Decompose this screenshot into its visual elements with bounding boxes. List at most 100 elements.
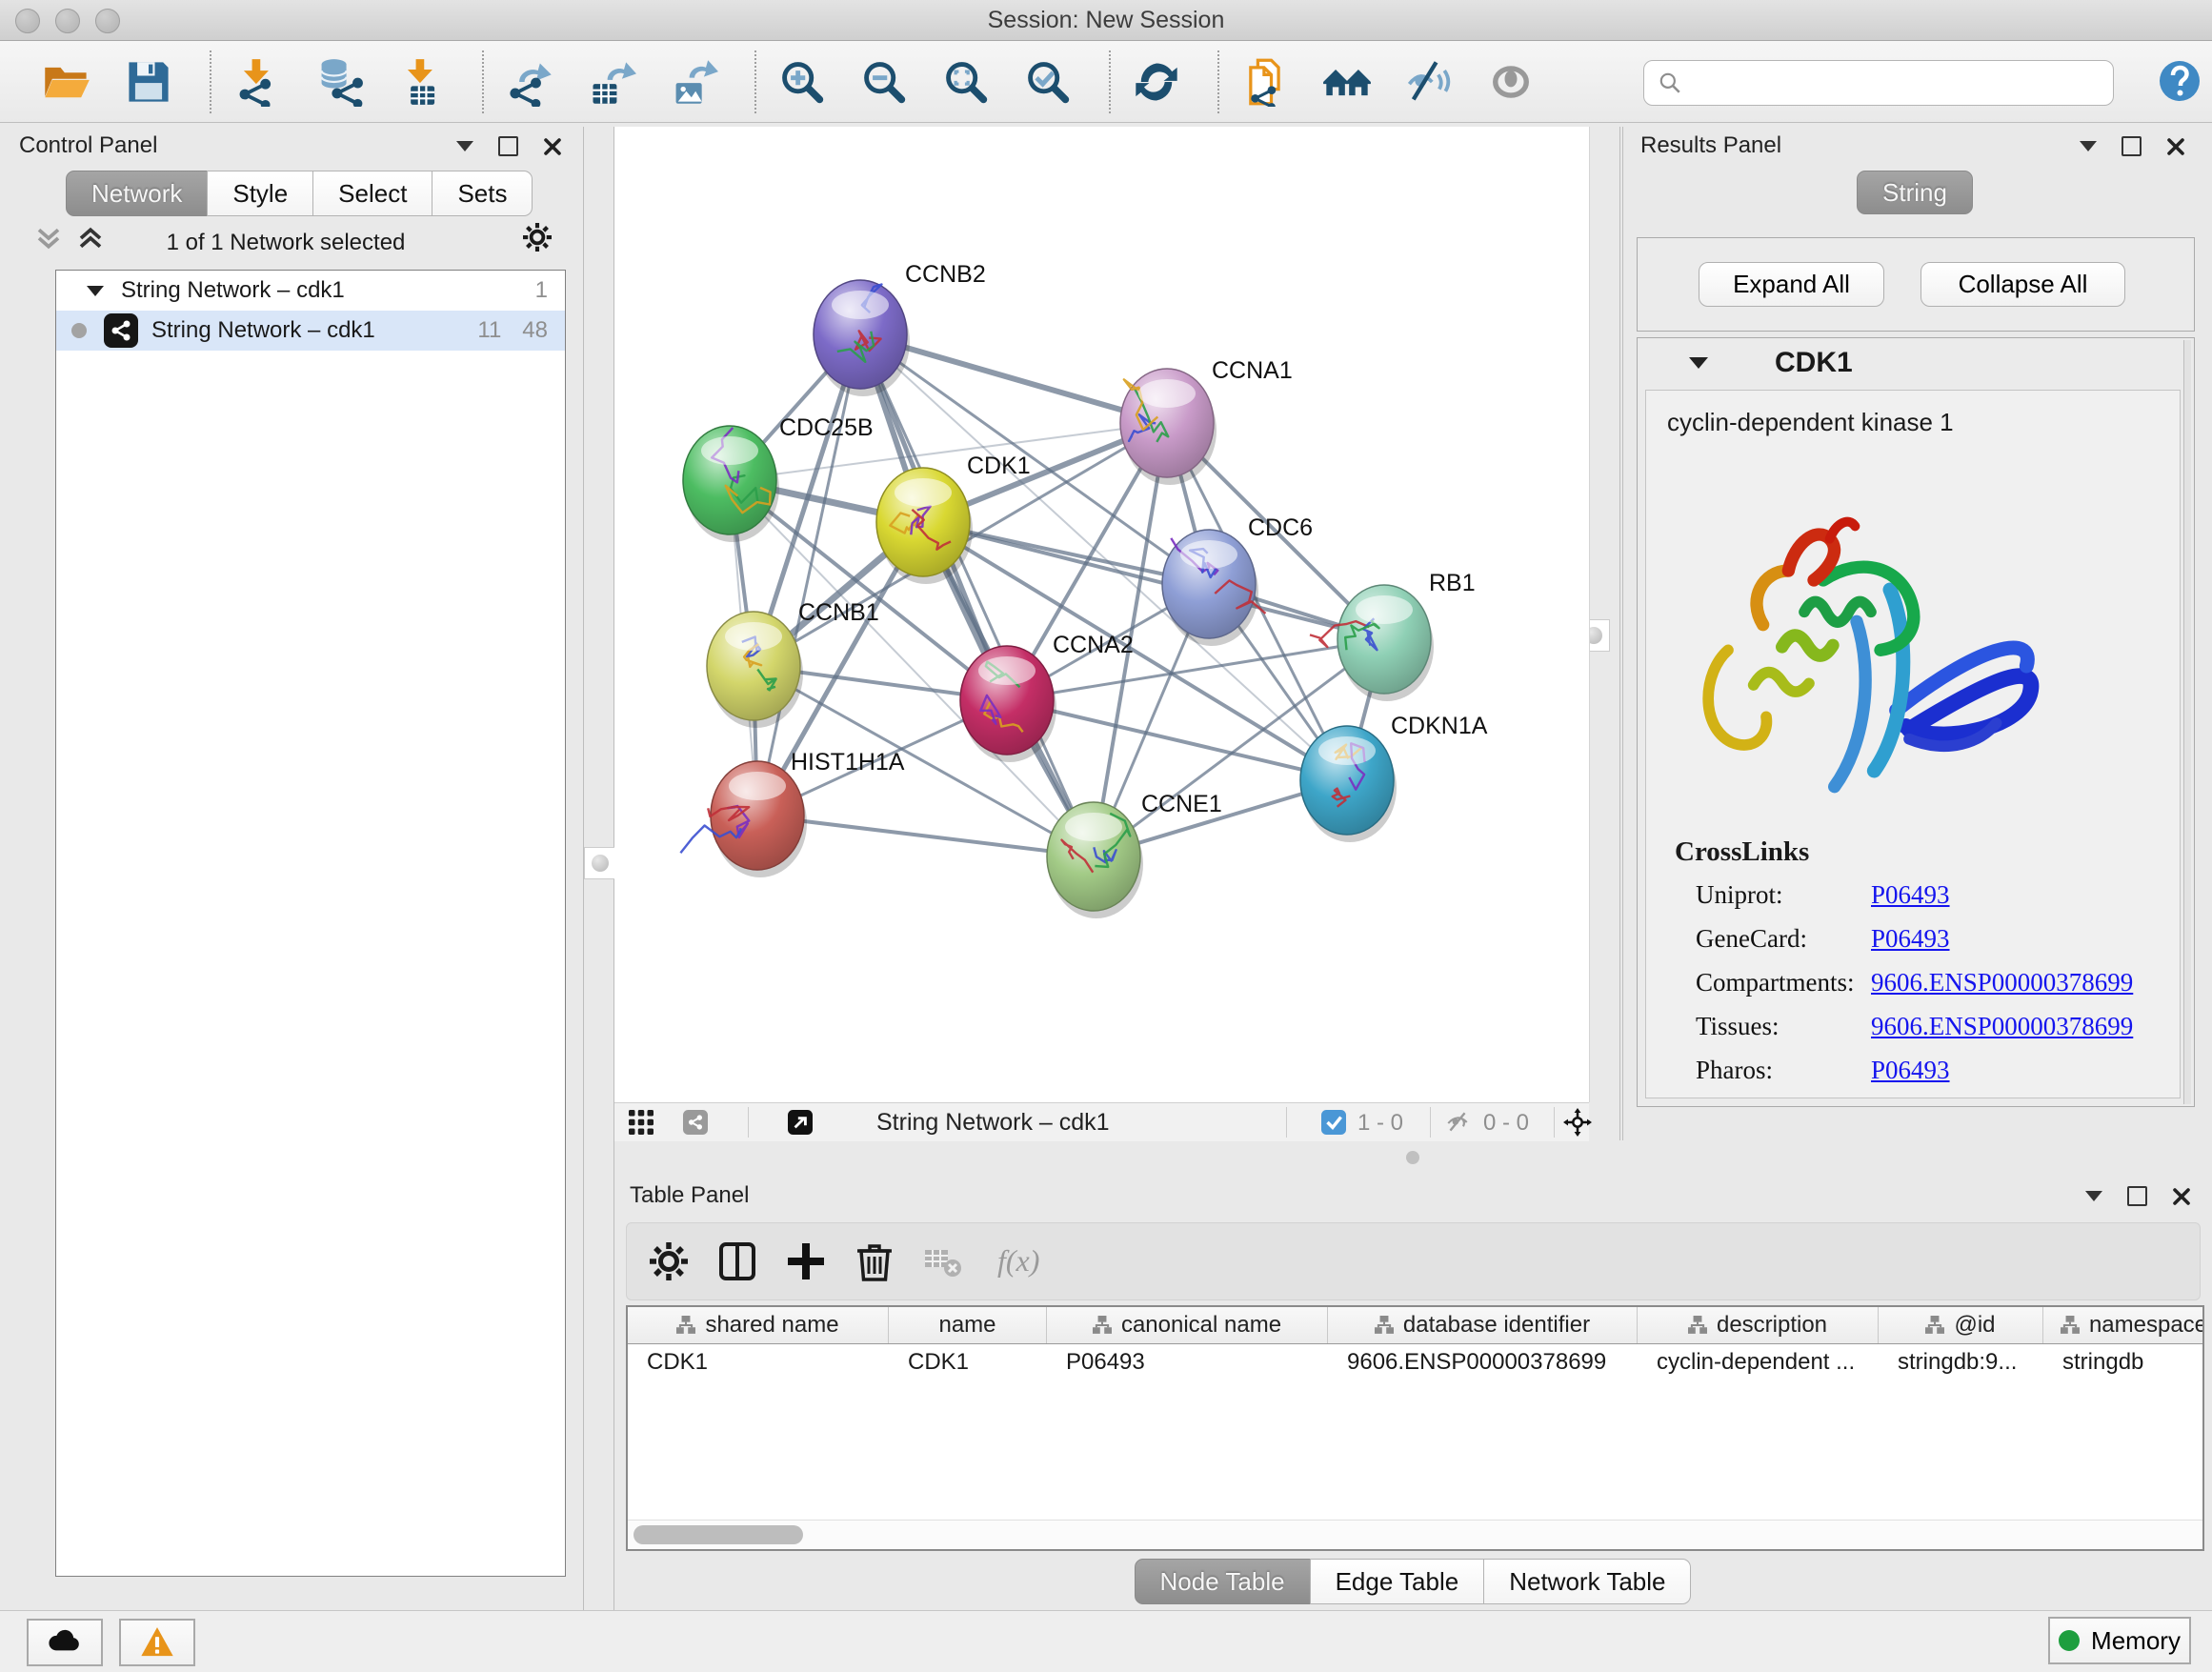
tab-node-table[interactable]: Node Table [1135,1559,1311,1604]
column-header-@id[interactable]: @id [1879,1307,2043,1343]
network-node[interactable] [1047,802,1143,918]
network-node[interactable] [814,280,910,396]
delete-column-icon[interactable] [852,1239,897,1284]
panel-close-icon[interactable] [543,137,562,156]
column-header-shared-name[interactable]: shared name [628,1307,889,1343]
collapse-all-button[interactable]: Collapse All [1920,262,2125,307]
panel-float-icon[interactable] [2127,1186,2147,1206]
collection-expand-icon[interactable] [87,286,104,296]
search-input[interactable] [1694,65,2098,99]
table-row[interactable]: CDK1CDK1P064939606.ENSP00000378699cyclin… [628,1344,2202,1380]
network-node[interactable] [1120,369,1217,485]
tab-select[interactable]: Select [312,171,432,216]
crosslink-value-link[interactable]: P06493 [1871,880,1950,910]
import-table-icon[interactable] [396,57,446,107]
search-box[interactable] [1643,60,2114,106]
network-node[interactable] [683,426,779,542]
add-column-icon[interactable] [783,1239,829,1284]
tab-network[interactable]: Network [66,171,208,216]
table-cell: stringdb [2043,1344,2204,1380]
hidden-eye-icon[interactable] [1445,1110,1470,1135]
import-database-icon[interactable] [314,57,364,107]
left-splitter-handle[interactable] [584,847,616,879]
column-header-database-identifier[interactable]: database identifier [1328,1307,1638,1343]
column-header-canonical-name[interactable]: canonical name [1047,1307,1328,1343]
function-icon[interactable]: f(x) [989,1239,1063,1284]
title-bar: Session: New Session [0,0,2212,41]
string-network-graph: CCNB2CCNA1CDC25BCDK1CDC6RB1CCNB1CCNA2CDK… [614,127,1589,1102]
crosslink-value-link[interactable]: 9606.ENSP00000378699 [1871,968,2133,997]
network-node[interactable] [707,612,803,728]
home-icon[interactable] [1322,57,1372,107]
network-row[interactable]: String Network – cdk1 11 48 [56,311,565,351]
warning-icon[interactable] [119,1619,195,1666]
zoom-selected-icon[interactable] [1023,57,1073,107]
hidden-count: 0 - 0 [1483,1110,1529,1137]
import-network-icon[interactable] [232,57,282,107]
tab-network-table[interactable]: Network Table [1483,1559,1691,1604]
export-table-icon[interactable] [587,57,636,107]
highlight-icon[interactable] [1486,57,1536,107]
panel-float-icon[interactable] [2122,136,2142,156]
crosslink-value-link[interactable]: P06493 [1871,1056,1950,1085]
columns-icon[interactable] [714,1239,760,1284]
crosslink-value-link[interactable]: 9606.ENSP00000378699 [1871,1012,2133,1041]
entry-collapse-icon[interactable] [1689,357,1708,369]
share-annotation-icon[interactable] [683,1110,708,1135]
open-session-icon[interactable] [42,57,91,107]
svg-text:CDC6: CDC6 [1248,514,1313,541]
network-node[interactable] [680,761,807,877]
scrollbar-thumb[interactable] [633,1525,803,1544]
results-scrollbar[interactable] [2183,340,2191,1104]
export-view-icon[interactable] [788,1110,813,1135]
gear-icon[interactable] [520,220,554,254]
bottom-splitter-handle[interactable] [1406,1151,1419,1164]
column-header-namespace[interactable]: namespace [2043,1307,2204,1343]
network-collection-row[interactable]: String Network – cdk1 1 [56,271,565,311]
network-node[interactable] [876,468,973,584]
entry-header[interactable]: CDK1 [1638,338,2194,388]
network-node[interactable] [1310,585,1434,701]
tab-string[interactable]: String [1857,171,1973,214]
grid-view-icon[interactable] [629,1110,654,1135]
network-node[interactable] [1300,726,1397,842]
string-import-icon[interactable] [1240,57,1290,107]
tab-style[interactable]: Style [207,171,313,216]
panel-float-icon[interactable] [498,136,518,156]
zoom-fit-icon[interactable] [941,57,991,107]
panel-collapse-icon[interactable] [2080,141,2097,151]
save-session-icon[interactable] [124,57,173,107]
cloud-icon[interactable] [27,1619,103,1666]
selected-checkbox[interactable] [1321,1110,1346,1135]
column-header-description[interactable]: description [1638,1307,1879,1343]
table-cell: CDK1 [889,1344,1047,1380]
crosslink-value-link[interactable]: P06493 [1871,924,1950,954]
collapse-all-icon[interactable] [34,226,63,251]
panel-close-icon[interactable] [2172,1187,2191,1206]
export-network-icon[interactable] [505,57,554,107]
network-node[interactable] [960,646,1056,762]
panel-collapse-icon[interactable] [456,141,473,151]
zoom-in-icon[interactable] [777,57,827,107]
expand-all-button[interactable]: Expand All [1699,262,1884,307]
panel-close-icon[interactable] [2166,137,2185,156]
hide-unhide-icon[interactable] [1404,57,1454,107]
pan-crosshair-icon[interactable] [1563,1108,1592,1137]
table-hscrollbar[interactable] [628,1520,2202,1549]
gear-icon[interactable] [646,1239,692,1284]
network-canvas[interactable]: CCNB2CCNA1CDC25BCDK1CDC6RB1CCNB1CCNA2CDK… [614,127,1590,1102]
clear-table-icon[interactable] [920,1239,966,1284]
panel-collapse-icon[interactable] [2085,1191,2102,1201]
tab-edge-table[interactable]: Edge Table [1310,1559,1485,1604]
column-header-name[interactable]: name [889,1307,1047,1343]
tab-sets[interactable]: Sets [432,171,533,216]
network-node[interactable] [1162,530,1266,646]
help-icon[interactable] [2157,58,2202,104]
zoom-out-icon[interactable] [859,57,909,107]
search-icon [1658,71,1682,95]
refresh-icon[interactable] [1132,57,1181,107]
memory-button[interactable]: Memory [2048,1617,2191,1664]
export-image-icon[interactable] [669,57,718,107]
node-table[interactable]: shared namenamecanonical namedatabase id… [626,1305,2204,1551]
crosslink-label: Uniprot: [1696,880,1783,910]
